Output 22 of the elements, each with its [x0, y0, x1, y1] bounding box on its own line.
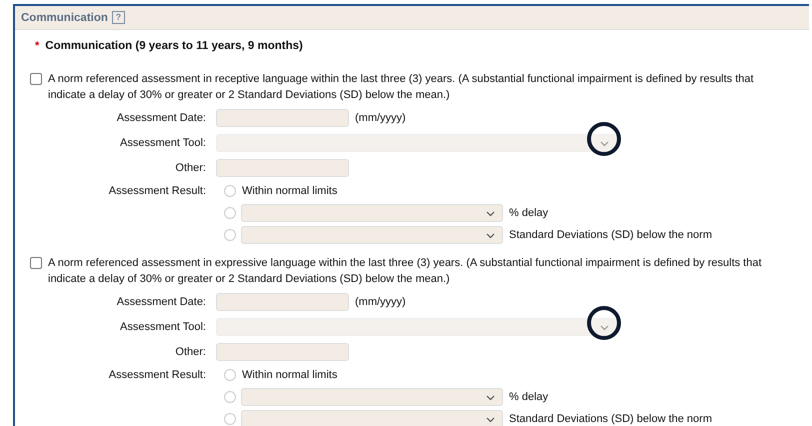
date-format-hint: (mm/yyyy)	[355, 296, 406, 308]
option-label: % delay	[509, 207, 548, 219]
required-mark: *	[35, 40, 40, 54]
assessment-description: A norm referenced assessment in receptive language within the last three (3) years. (A substantial functional impairment is defined by results that indicate a delay of 30% or greater or 2 Standard Deviations (SD) below the mean.)	[48, 72, 755, 103]
field-label: Assessment Tool:	[118, 136, 207, 148]
field-label: Assessment Result:	[108, 185, 207, 197]
question-heading: Communication (9 years to 11 years, 9 months)	[45, 40, 303, 54]
field-label: Assessment Date:	[116, 296, 207, 308]
option-label: Standard Deviations (SD) below the norm	[509, 229, 712, 241]
option-label: Within normal limits	[242, 369, 338, 381]
option-label: % delay	[509, 391, 548, 403]
option-label: Standard Deviations (SD) below the norm	[509, 413, 712, 425]
field-label: Other:	[174, 346, 207, 358]
assessment-description: A norm referenced assessment in expressive language within the last three (3) years. (A substantial functional impairment is defined by results that indicate a delay of 30% or greater or 2 Standard Deviations (SD) below the mean.)	[48, 256, 763, 287]
help-icon[interactable]: ?	[112, 11, 125, 24]
field-label: Assessment Tool:	[118, 320, 207, 332]
option-label: Within normal limits	[242, 185, 338, 197]
field-label: Assessment Date:	[116, 112, 207, 124]
field-label: Other:	[174, 162, 207, 174]
field-label: Assessment Result:	[108, 369, 207, 381]
section-title: Communication	[21, 12, 108, 24]
date-format-hint: (mm/yyyy)	[355, 112, 406, 124]
